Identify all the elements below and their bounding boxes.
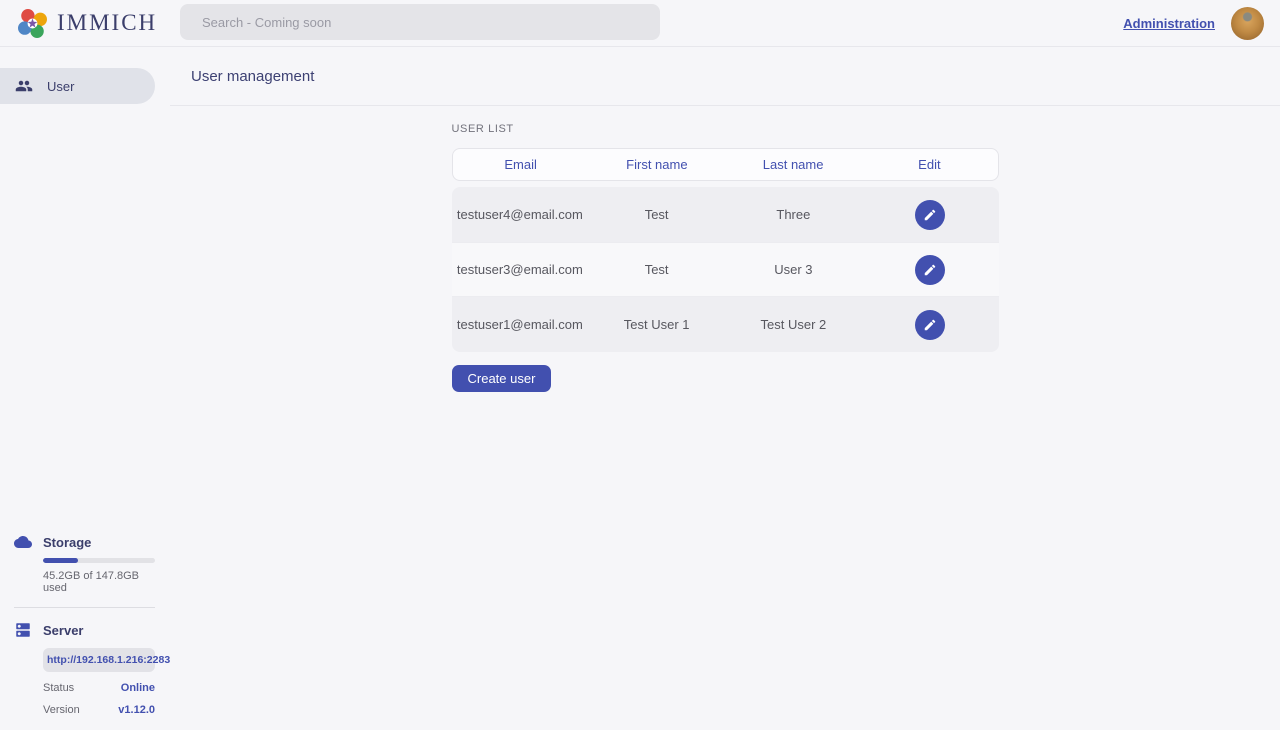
server-version-value: v1.12.0	[118, 704, 155, 716]
edit-user-button[interactable]	[915, 255, 945, 285]
server-block: Server http://192.168.1.216:2283 Status …	[14, 621, 155, 716]
main-panel: User management USER LIST Email First na…	[170, 47, 1280, 730]
page-title: User management	[191, 68, 314, 85]
user-last-name: User 3	[725, 262, 862, 277]
sidebar-item-label: User	[47, 79, 74, 94]
create-user-button[interactable]: Create user	[452, 365, 552, 392]
sidebar-bottom: Storage 45.2GB of 147.8GB used Server	[0, 533, 170, 716]
user-email: testuser4@email.com	[452, 207, 589, 222]
server-icon	[14, 621, 32, 639]
group-icon	[15, 77, 33, 95]
user-first-name: Test	[588, 262, 725, 277]
main-header: User management	[170, 47, 1280, 106]
user-table-body: testuser4@email.com Test Three testuser3…	[452, 187, 999, 352]
user-list-section: USER LIST Email First name Last name Edi…	[452, 123, 999, 392]
sidebar-item-user[interactable]: User	[0, 68, 155, 104]
edit-user-button[interactable]	[915, 310, 945, 340]
table-header-row: Email First name Last name Edit	[452, 148, 999, 181]
user-last-name: Test User 2	[725, 317, 862, 332]
sidebar: User Storage 45.2GB of 147.8GB used	[0, 47, 170, 730]
column-header-first-name: First name	[589, 157, 725, 172]
server-status-label: Status	[43, 682, 74, 694]
server-url: http://192.168.1.216:2283	[43, 648, 155, 672]
column-header-edit: Edit	[861, 157, 997, 172]
user-first-name: Test	[588, 207, 725, 222]
column-header-last-name: Last name	[725, 157, 861, 172]
user-email: testuser1@email.com	[452, 317, 589, 332]
server-version-label: Version	[43, 704, 80, 716]
user-last-name: Three	[725, 207, 862, 222]
user-avatar[interactable]	[1231, 7, 1264, 40]
storage-usage-text: 45.2GB of 147.8GB used	[43, 570, 155, 594]
app-logo-text: IMMICH	[57, 10, 157, 36]
storage-block: Storage 45.2GB of 147.8GB used	[14, 533, 155, 594]
top-navbar: IMMICH Administration	[0, 0, 1280, 47]
immich-flower-icon	[16, 7, 49, 40]
table-row: testuser3@email.com Test User 3	[452, 242, 999, 297]
storage-progress-fill	[43, 558, 78, 563]
server-status-value: Online	[121, 682, 155, 694]
storage-progress-bar	[43, 558, 155, 563]
cloud-icon	[14, 533, 32, 551]
pencil-icon	[923, 208, 937, 222]
edit-user-button[interactable]	[915, 200, 945, 230]
column-header-email: Email	[453, 157, 589, 172]
user-list-label: USER LIST	[452, 123, 999, 135]
storage-title: Storage	[43, 535, 91, 550]
user-email: testuser3@email.com	[452, 262, 589, 277]
pencil-icon	[923, 318, 937, 332]
administration-link[interactable]: Administration	[1123, 16, 1215, 31]
table-row: testuser1@email.com Test User 1 Test Use…	[452, 297, 999, 352]
pencil-icon	[923, 263, 937, 277]
app-logo: IMMICH	[16, 7, 157, 40]
search-input[interactable]	[180, 4, 660, 40]
server-title: Server	[43, 623, 83, 638]
table-row: testuser4@email.com Test Three	[452, 187, 999, 242]
user-first-name: Test User 1	[588, 317, 725, 332]
sidebar-divider	[14, 607, 155, 608]
